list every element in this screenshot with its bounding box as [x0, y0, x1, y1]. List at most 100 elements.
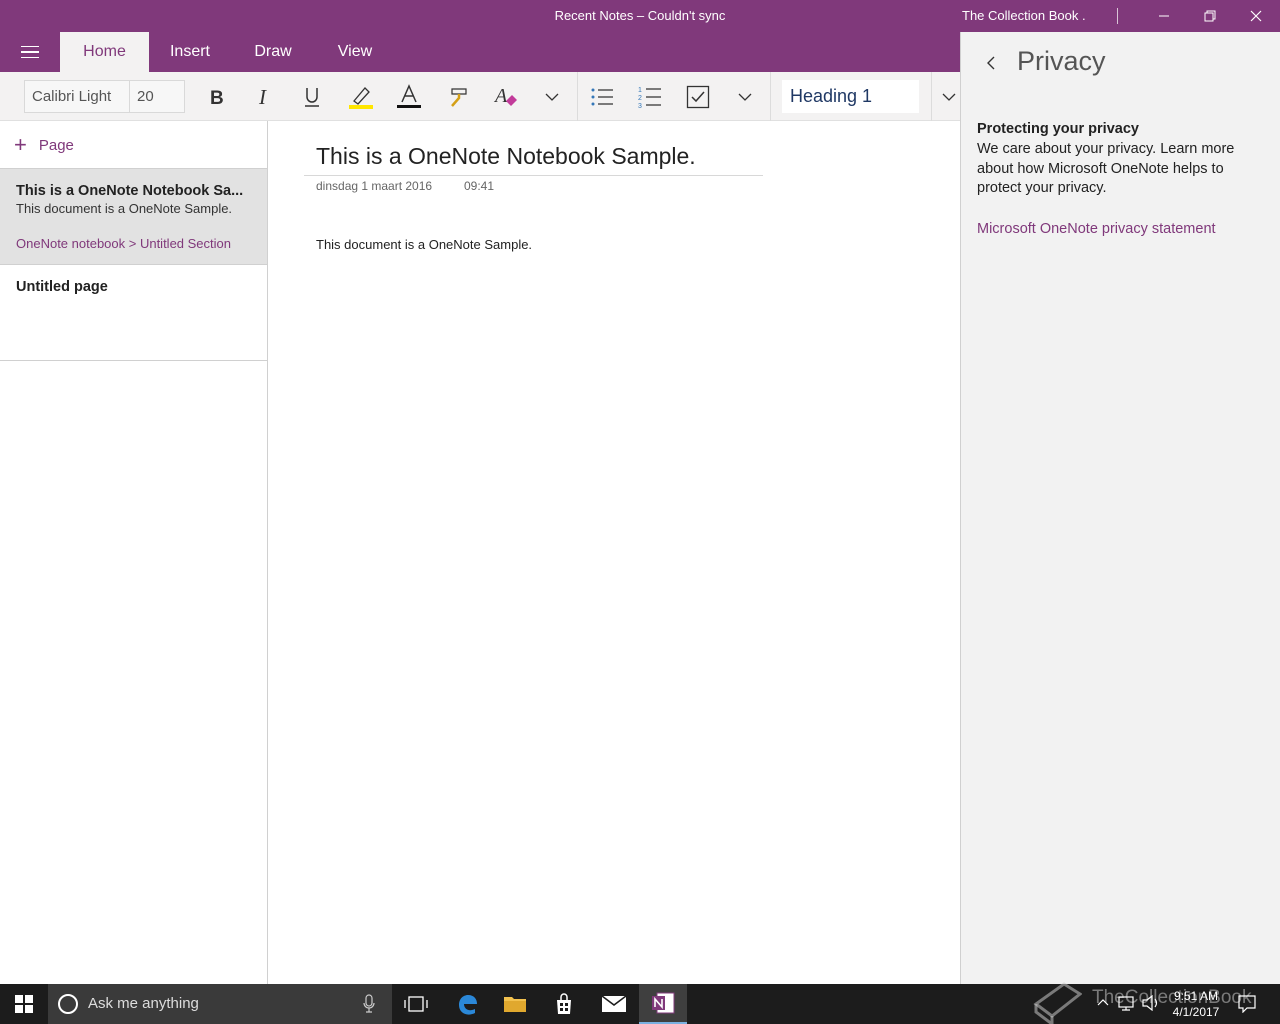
paintbrush-icon	[451, 87, 467, 107]
chevron-down-icon	[545, 93, 559, 101]
font-picker[interactable]: Calibri Light 20	[24, 80, 185, 113]
mail-button[interactable]	[590, 984, 638, 1024]
font-name-field[interactable]: Calibri Light	[32, 88, 111, 105]
restore-button[interactable]	[1187, 0, 1233, 32]
close-icon	[1250, 10, 1262, 22]
tab-draw[interactable]: Draw	[246, 32, 300, 72]
page-time: 09:41	[464, 179, 495, 193]
numbered-list-icon: 123	[638, 87, 661, 109]
checkbox-icon	[686, 85, 710, 108]
todo-tag-button[interactable]	[680, 80, 716, 113]
font-color-button[interactable]	[391, 80, 427, 113]
underline-icon	[305, 87, 319, 107]
action-center-icon[interactable]	[1238, 995, 1256, 1013]
edge-button[interactable]	[443, 984, 491, 1024]
page-item-title: This is a OneNote Notebook Sa...	[16, 183, 244, 199]
chevron-left-icon	[987, 56, 995, 70]
back-button[interactable]	[979, 50, 1003, 76]
page-item-title: Untitled page	[16, 279, 108, 295]
search-box[interactable]: Ask me anything	[48, 984, 392, 1024]
hamburger-icon	[21, 45, 39, 48]
pane-title: Privacy	[1017, 46, 1106, 76]
highlighter-icon	[349, 86, 373, 109]
volume-icon[interactable]	[1142, 995, 1160, 1011]
cortana-icon	[58, 994, 78, 1014]
book-watermark-icon	[1033, 982, 1082, 1024]
privacy-body: We care about your privacy. Learn more a…	[977, 141, 1235, 196]
add-page-button[interactable]: + Page	[14, 132, 74, 157]
title-underline	[304, 175, 763, 176]
svg-text:I: I	[258, 87, 267, 107]
highlight-button[interactable]	[343, 80, 379, 113]
task-view-button[interactable]	[392, 984, 440, 1024]
system-clock[interactable]: 9:51 AM 4/1/2017	[1168, 988, 1224, 1020]
network-icon[interactable]	[1118, 995, 1136, 1011]
page-title[interactable]: This is a OneNote Notebook Sample.	[316, 143, 696, 170]
file-explorer-button[interactable]	[491, 984, 539, 1024]
chevron-down-icon	[738, 93, 752, 101]
chevron-up-icon[interactable]	[1097, 998, 1109, 1006]
ribbon-tabs: Home Insert Draw View	[0, 32, 960, 72]
tab-insert[interactable]: Insert	[160, 32, 220, 72]
clock-time: 9:51 AM	[1173, 989, 1219, 1003]
title-bar: Recent Notes – Couldn't sync	[0, 0, 960, 32]
title-separator	[1117, 8, 1118, 24]
privacy-statement-link[interactable]: Microsoft OneNote privacy statement	[977, 221, 1216, 237]
bullet-list-icon	[591, 88, 613, 105]
page-item-preview: This document is a OneNote Sample.	[16, 201, 233, 216]
minimize-icon	[1159, 15, 1169, 17]
bold-button[interactable]: B	[198, 80, 234, 113]
page-item-selected[interactable]: This is a OneNote Notebook Sa... This do…	[0, 168, 267, 265]
microphone-icon[interactable]	[363, 994, 375, 1014]
store-icon	[557, 993, 571, 1014]
store-button[interactable]	[540, 984, 588, 1024]
privacy-heading: Protecting your privacy	[977, 121, 1139, 137]
tab-home[interactable]: Home	[60, 32, 149, 72]
underline-button[interactable]	[294, 80, 330, 113]
tab-view[interactable]: View	[327, 32, 383, 72]
navigation-menu-button[interactable]	[12, 40, 48, 64]
numbering-button[interactable]: 123	[632, 80, 668, 113]
account-name[interactable]: The Collection Book .	[962, 8, 1086, 23]
font-color-icon	[397, 83, 421, 108]
mail-icon	[601, 995, 627, 1012]
plus-icon: +	[14, 132, 27, 157]
note-body-text[interactable]: This document is a OneNote Sample.	[316, 237, 532, 252]
onenote-button[interactable]	[639, 984, 687, 1024]
clear-formatting-icon: A	[493, 85, 517, 107]
privacy-pane: Privacy Protecting your privacy We care …	[960, 32, 1280, 984]
format-painter-button[interactable]	[440, 80, 476, 113]
style-picker[interactable]: Heading 1	[782, 80, 919, 113]
page-item-path[interactable]: OneNote notebook > Untitled Section	[16, 236, 231, 251]
more-formatting-button[interactable]	[534, 80, 570, 113]
minimize-button[interactable]	[1141, 0, 1187, 32]
taskbar: Ask me anything TheCollectionBook 9:51 A…	[0, 982, 1280, 1024]
toolbar-separator	[577, 72, 578, 121]
start-button[interactable]	[0, 984, 48, 1024]
onenote-icon	[652, 992, 675, 1014]
styles-dropdown-button[interactable]	[938, 80, 960, 113]
task-view-icon	[404, 996, 428, 1012]
bullets-button[interactable]	[584, 80, 620, 113]
bold-icon: B	[210, 88, 224, 107]
clear-formatting-button[interactable]: A	[488, 80, 524, 113]
font-divider	[129, 81, 130, 112]
chevron-down-icon	[942, 93, 956, 101]
more-tags-button[interactable]	[727, 80, 763, 113]
svg-text:A: A	[493, 85, 508, 107]
close-button[interactable]	[1233, 0, 1279, 32]
current-style: Heading 1	[790, 86, 873, 106]
note-canvas[interactable]: This is a OneNote Notebook Sample. dinsd…	[268, 121, 960, 984]
svg-text:3: 3	[638, 103, 642, 109]
clock-date: 4/1/2017	[1172, 1005, 1220, 1019]
title-bar-right: The Collection Book .	[960, 0, 1280, 32]
italic-button[interactable]: I	[246, 80, 282, 113]
svg-text:1: 1	[638, 87, 642, 94]
restore-icon	[1204, 10, 1216, 22]
toolbar-separator	[931, 72, 932, 121]
font-size-field[interactable]: 20	[137, 88, 154, 105]
add-page-label: Page	[38, 136, 74, 154]
edge-icon	[459, 995, 477, 1015]
page-item[interactable]: Untitled page	[0, 265, 267, 361]
windows-logo-icon	[15, 995, 33, 1013]
